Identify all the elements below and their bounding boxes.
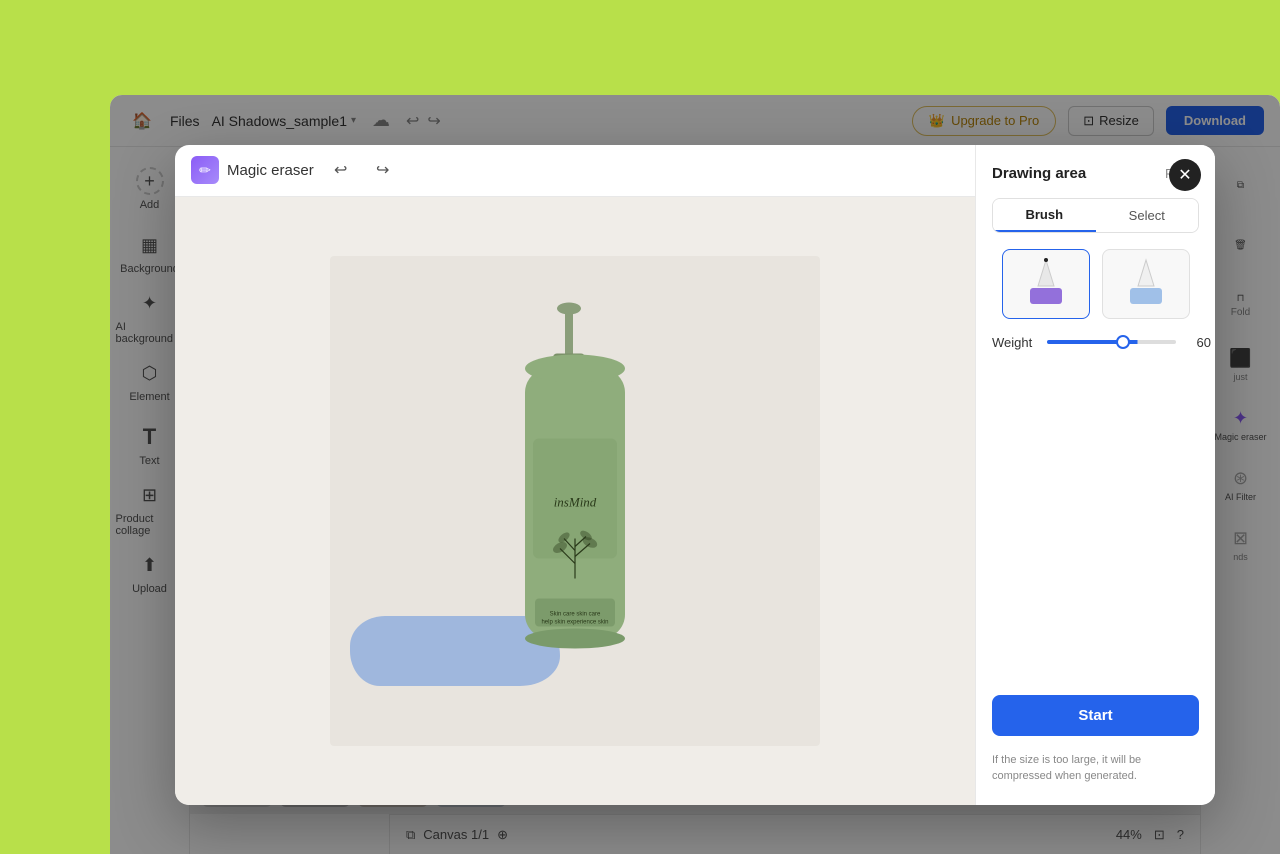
panel-header: Drawing area Reset (992, 165, 1199, 182)
weight-row: Weight 60 (992, 335, 1199, 350)
panel-note: If the size is too large, it will be com… (992, 752, 1199, 785)
magic-eraser-tool-icon: ✏ (191, 156, 219, 184)
drawing-area-label: Drawing area (992, 165, 1086, 182)
modal-toolbar: ✏ Magic eraser ↩ ↪ (175, 145, 975, 197)
modal-redo-button[interactable]: ↪ (368, 155, 398, 185)
modal-tool-label: ✏ Magic eraser (191, 156, 314, 184)
product-bottle-svg: insMind (465, 298, 685, 698)
product-canvas-wrapper: insMind (330, 256, 820, 746)
modal-undo-button[interactable]: ↩ (326, 155, 356, 185)
app-window: 🏠 Files AI Shadows_sample1 ▾ ☁ ↩ ↪ 👑 Upg… (110, 95, 1280, 854)
modal-close-button[interactable]: ✕ (1169, 159, 1201, 191)
modal-canvas-area: ✏ Magic eraser ↩ ↪ (175, 145, 975, 805)
start-button[interactable]: Start (992, 695, 1199, 736)
tool-options (992, 249, 1199, 319)
svg-text:help skin experience skin: help skin experience skin (541, 619, 608, 625)
select-toggle-button[interactable]: Select (1096, 199, 1199, 232)
select-visual (1103, 250, 1189, 318)
svg-text:Skin care skin care: Skin care skin care (550, 611, 601, 617)
select-tool-option[interactable] (1102, 249, 1190, 319)
modal-right-panel: Drawing area Reset Brush Select (975, 145, 1215, 805)
select-icon-svg (1116, 256, 1176, 311)
brush-select-toggle: Brush Select (992, 198, 1199, 233)
weight-label: Weight (992, 335, 1037, 350)
svg-text:insMind: insMind (554, 494, 597, 509)
bottle-container: insMind (465, 298, 685, 703)
brush-toggle-button[interactable]: Brush (993, 199, 1096, 232)
modal-overlay: ✕ ✏ Magic eraser ↩ ↪ (110, 95, 1280, 854)
brush-icon-svg (1016, 256, 1076, 311)
close-icon: ✕ (1178, 165, 1191, 185)
weight-value: 60 (1186, 335, 1211, 350)
brush-tool-option[interactable] (1002, 249, 1090, 319)
modal-magic-eraser: ✕ ✏ Magic eraser ↩ ↪ (175, 145, 1215, 805)
modal-canvas[interactable]: insMind (175, 197, 975, 805)
brush-visual (1003, 250, 1089, 318)
weight-slider[interactable] (1047, 340, 1176, 344)
redo-icon: ↪ (376, 160, 389, 180)
undo-icon: ↩ (334, 160, 347, 180)
